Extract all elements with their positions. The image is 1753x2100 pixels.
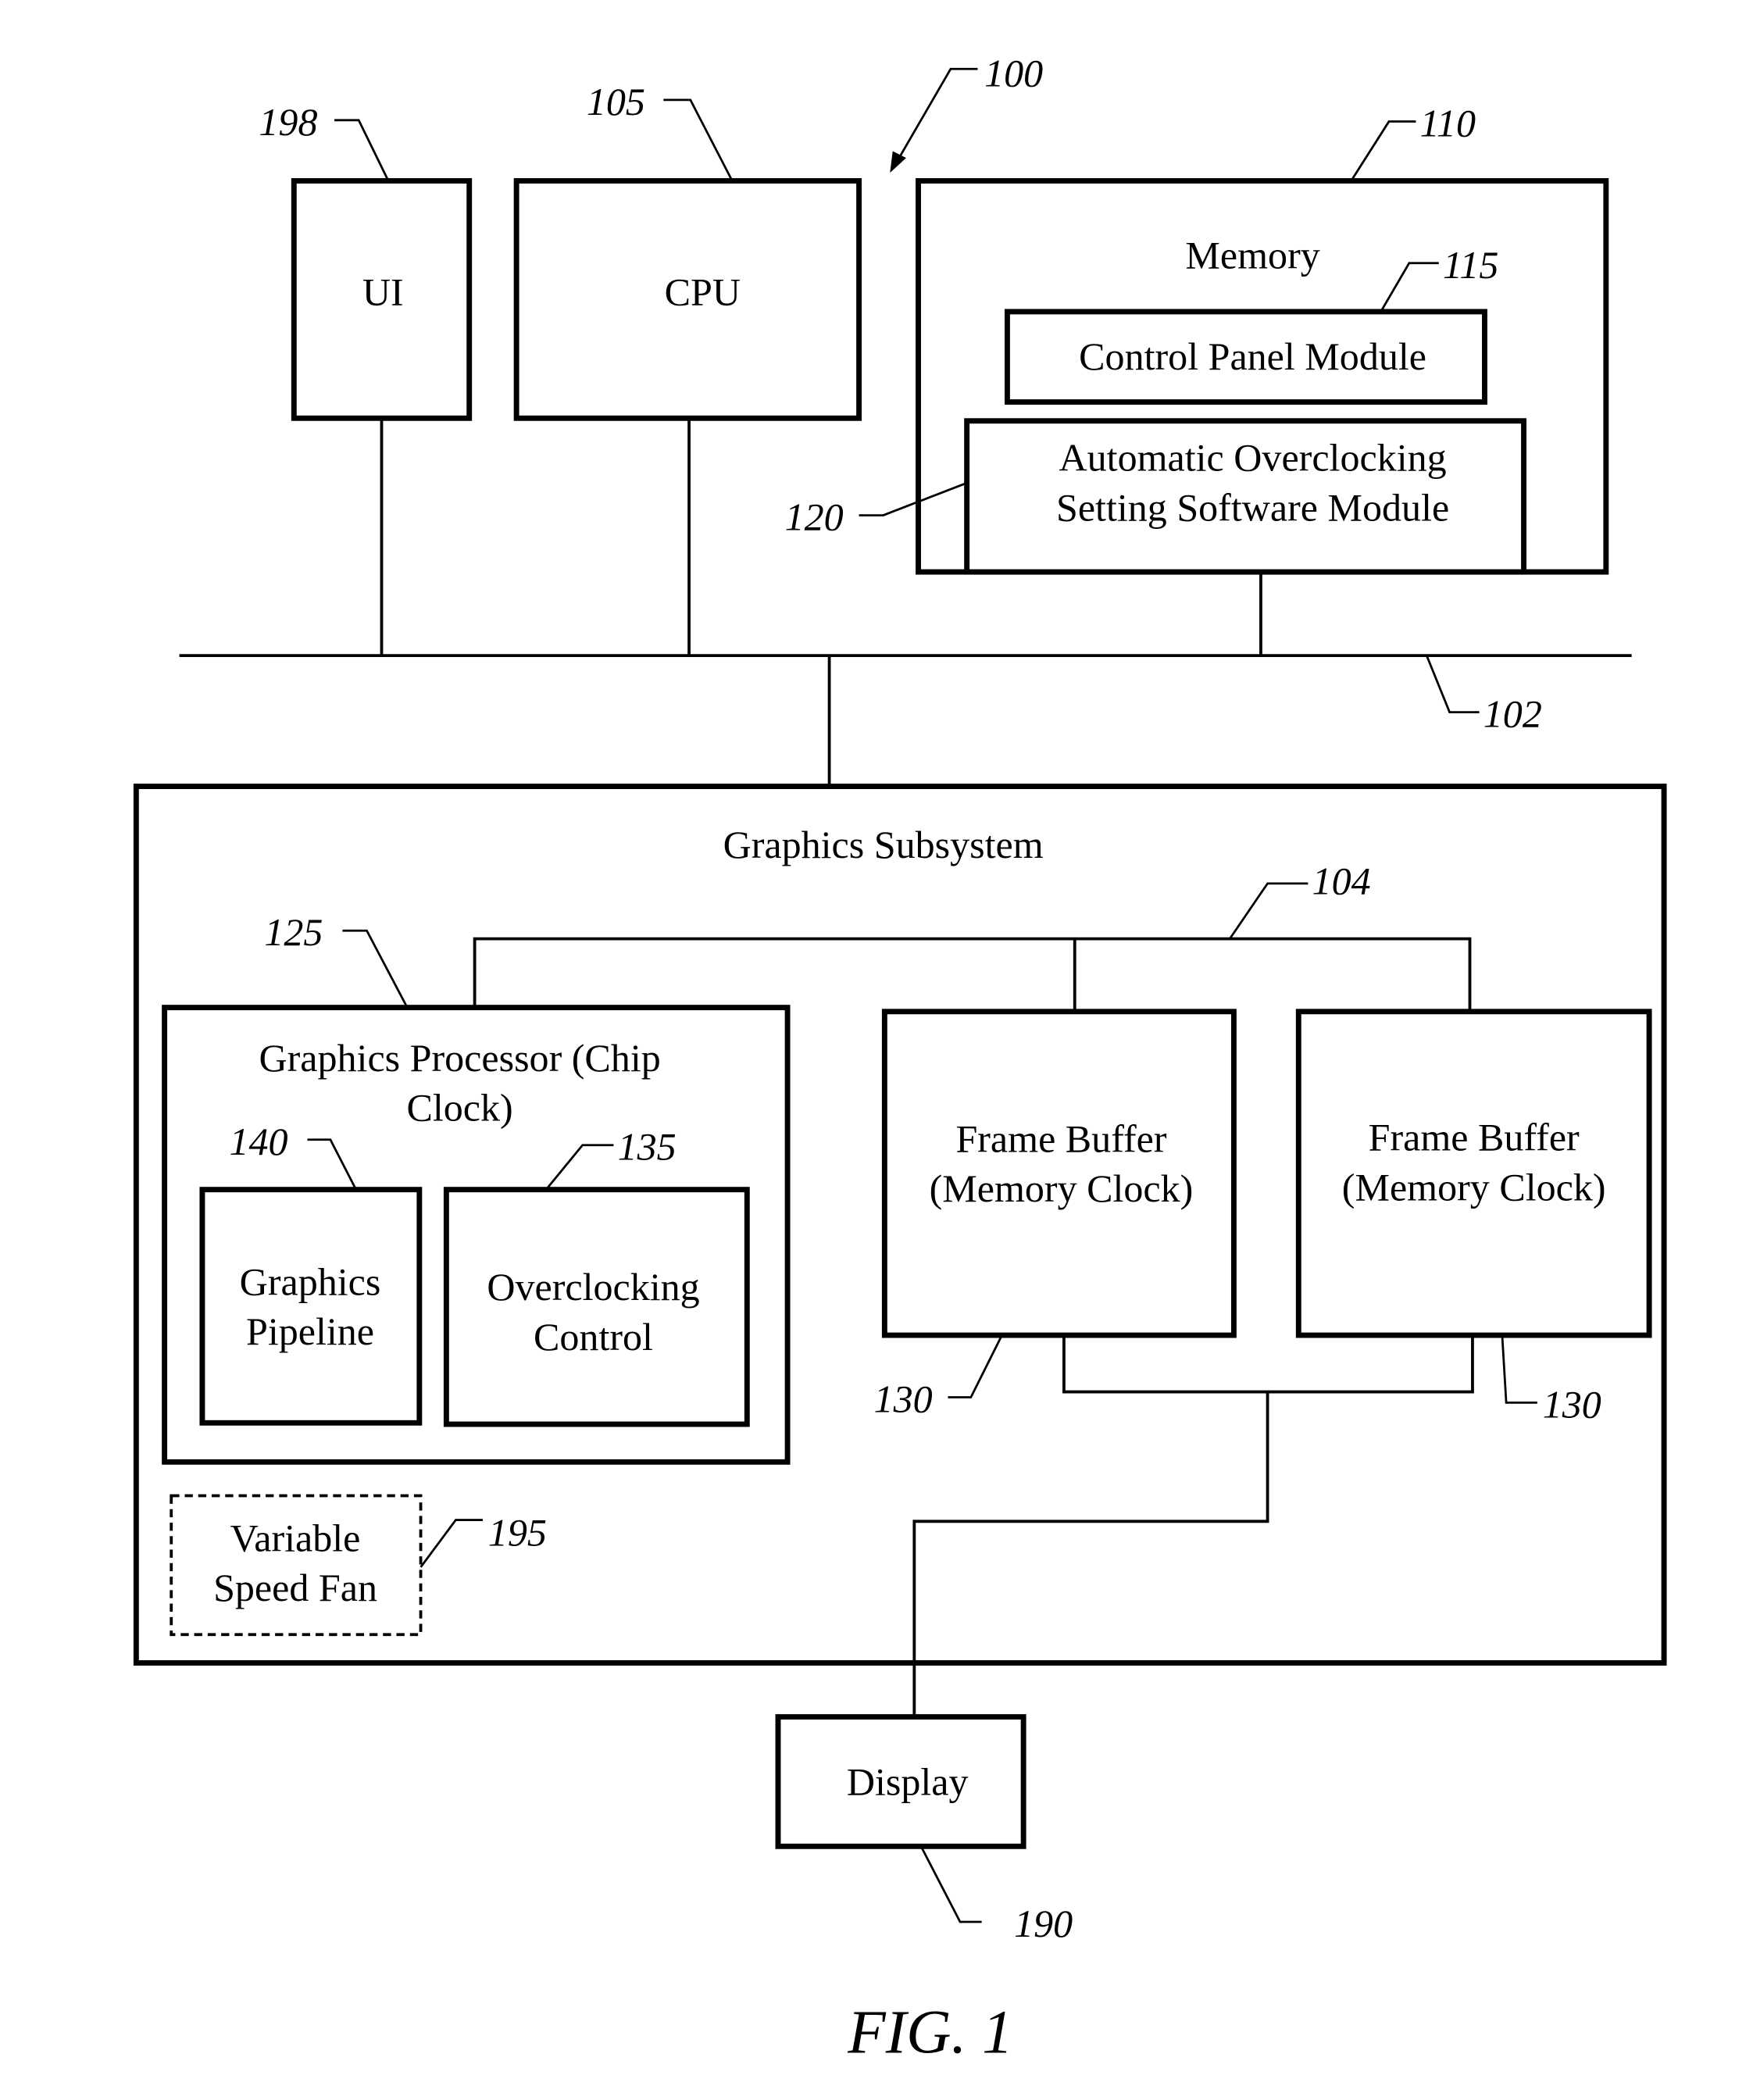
memory-ref-leader — [1350, 120, 1416, 182]
frame-buffer-1-line1: Frame Buffer — [955, 1116, 1166, 1160]
cpu-ref-leader — [663, 98, 734, 182]
ref-115: 115 — [1443, 243, 1498, 287]
graphics-processor-line1: Graphics Processor (Chip — [259, 1036, 660, 1080]
auto-overclocking-line2: Setting Software Module — [1056, 485, 1449, 529]
system-arrow-leader — [895, 67, 978, 163]
auto-overclocking-line1: Automatic Overclocking — [1059, 436, 1447, 480]
ref-130-a: 130 — [874, 1377, 933, 1420]
ref-110: 110 — [1420, 102, 1476, 145]
ui-label: UI — [362, 270, 404, 313]
graphics-pipeline-line1: Graphics — [240, 1259, 381, 1303]
frame-buffer-2-line1: Frame Buffer — [1369, 1116, 1580, 1159]
frame-buffer-1-line2: (Memory Clock) — [930, 1166, 1194, 1210]
graphics-processor-line2: Clock) — [407, 1086, 513, 1130]
display-label: Display — [847, 1760, 969, 1804]
display-block: Display 190 — [775, 1714, 1073, 1945]
system-bus-ref-leader — [1425, 655, 1480, 713]
graphics-pipeline-box — [199, 1187, 423, 1426]
graphics-subsystem: Graphics Subsystem 104 Graphics Processo… — [133, 784, 1667, 1717]
ui-ref-leader — [334, 119, 390, 182]
ref-120: 120 — [785, 495, 844, 539]
variable-speed-fan-line2: Speed Fan — [213, 1566, 377, 1609]
arrow-head-icon — [890, 151, 906, 173]
memory-label: Memory — [1185, 234, 1319, 277]
ref-105: 105 — [587, 80, 645, 123]
ref-130-b: 130 — [1543, 1382, 1601, 1426]
overclocking-control-line1: Overclocking — [487, 1265, 699, 1309]
frame-buffer-2-line2: (Memory Clock) — [1342, 1165, 1606, 1209]
ref-125: 125 — [264, 910, 323, 954]
ref-190: 190 — [1014, 1902, 1073, 1945]
ui-block: UI 198 — [259, 100, 473, 421]
block-diagram: 100 UI 198 CPU 105 Memory 110 Control Pa… — [133, 52, 1667, 2066]
memory-block: Memory 110 Control Panel Module 115 Auto… — [785, 102, 1609, 575]
ref-140: 140 — [229, 1120, 287, 1163]
control-panel-module-label: Control Panel Module — [1079, 334, 1426, 378]
figure-caption: FIG. 1 — [847, 1998, 1013, 2066]
ref-198: 198 — [259, 100, 317, 144]
graphics-subsystem-label: Graphics Subsystem — [723, 823, 1044, 866]
system-reference: 100 — [890, 52, 1043, 173]
cpu-label: CPU — [665, 270, 741, 313]
ref-195: 195 — [488, 1510, 547, 1554]
ref-135: 135 — [618, 1125, 677, 1169]
graphics-pipeline-line2: Pipeline — [246, 1309, 374, 1353]
display-ref-leader — [919, 1845, 982, 1923]
cpu-block: CPU 105 — [513, 80, 862, 421]
ref-100: 100 — [984, 52, 1043, 95]
ref-104: 104 — [1312, 859, 1371, 903]
ref-102: 102 — [1483, 692, 1542, 736]
overclocking-control-line2: Control — [534, 1315, 653, 1359]
variable-speed-fan-line1: Variable — [230, 1516, 361, 1559]
